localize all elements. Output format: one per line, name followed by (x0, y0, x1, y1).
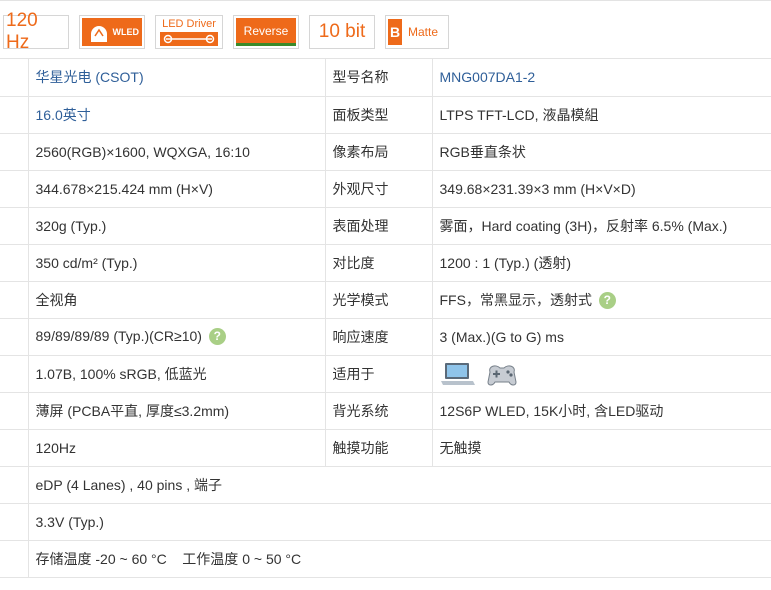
spec-value: 无触摸 (432, 429, 771, 467)
spec-value: LTPS TFT-LCD, 液晶模組 (432, 96, 771, 134)
table-row: 存储温度 -20 ~ 60 °C 工作温度 0 ~ 50 °C (0, 540, 771, 578)
spec-value: 89/89/89/89 (Typ.)(CR≥10) (35, 327, 202, 344)
gamepad-icon[interactable] (485, 360, 519, 388)
spec-label: 适用于 (325, 355, 433, 393)
spec-label: 对比度 (325, 244, 433, 282)
spec-value: 344.678×215.424 mm (H×V) (28, 170, 326, 208)
table-row: 2560(RGB)×1600, WQXGA, 16:10 像素布局 RGB垂直条… (0, 133, 771, 171)
table-row: 全视角 光学模式 FFS，常黑显示，透射式 ? (0, 281, 771, 319)
spec-label: 触摸功能 (325, 429, 433, 467)
spec-value: 2560(RGB)×1600, WQXGA, 16:10 (28, 133, 326, 171)
table-row: 350 cd/m² (Typ.) 对比度 1200 : 1 (Typ.) (透射… (0, 244, 771, 282)
bit-depth-label: 10 bit (318, 21, 366, 42)
matte-icon: B (388, 19, 402, 45)
spec-value: 1.07B, 100% sRGB, 低蓝光 (28, 355, 326, 393)
refresh-rate-label: 120 Hz (6, 10, 38, 53)
spec-value: RGB垂直条状 (432, 133, 771, 171)
table-row: 3.3V (Typ.) (0, 503, 771, 541)
table-row: 薄屏 (PCBA平直, 厚度≤3.2mm) 背光系统 12S6P WLED, 1… (0, 392, 771, 430)
spec-label: 光学模式 (325, 281, 433, 319)
spec-value: 350 cd/m² (Typ.) (28, 244, 326, 282)
manufacturer-link[interactable]: 华星光电 (CSOT) (36, 69, 144, 85)
spec-label: 型号名称 (325, 59, 433, 97)
help-icon[interactable]: ? (208, 328, 226, 346)
model-link[interactable]: MNG007DA1-2 (440, 69, 536, 85)
spec-value: 3.3V (Typ.) (28, 503, 771, 541)
table-row: 16.0英寸 面板类型 LTPS TFT-LCD, 液晶模組 (0, 96, 771, 134)
spec-value: 存储温度 -20 ~ 60 °C 工作温度 0 ~ 50 °C (28, 540, 771, 578)
spec-table: 华星光电 (CSOT) 型号名称 MNG007DA1-2 16.0英寸 面板类型… (0, 59, 771, 578)
size-link[interactable]: 16.0英寸 (36, 107, 91, 123)
bit-depth-badge[interactable]: 10 bit (309, 15, 375, 49)
spec-value: 12S6P WLED, 15K小时, 含LED驱动 (432, 392, 771, 430)
bulb-icon (91, 26, 107, 42)
spec-value: 3 (Max.)(G to G) ms (432, 318, 771, 356)
table-row: 120Hz 触摸功能 无触摸 (0, 429, 771, 467)
led-driver-badge[interactable]: LED Driver (155, 15, 223, 49)
spec-label: 表面处理 (325, 207, 433, 245)
spec-label: 背光系统 (325, 392, 433, 430)
table-row: 344.678×215.424 mm (H×V) 外观尺寸 349.68×231… (0, 170, 771, 208)
spec-value: 全视角 (28, 281, 326, 319)
help-icon[interactable]: ? (598, 292, 616, 310)
led-driver-icon (160, 32, 218, 46)
spec-value: 1200 : 1 (Typ.) (透射) (432, 244, 771, 282)
reverse-label: Reverse (243, 23, 289, 38)
spec-label: 响应速度 (325, 318, 433, 356)
table-row: 320g (Typ.) 表面处理 雾面，Hard coating (3H)，反射… (0, 207, 771, 245)
wled-label: WLED (112, 27, 140, 37)
spec-label: 外观尺寸 (325, 170, 433, 208)
spec-value: 雾面，Hard coating (3H)，反射率 6.5% (Max.) (432, 207, 771, 245)
wled-badge[interactable]: WLED (79, 15, 145, 49)
spec-value: eDP (4 Lanes) , 40 pins , 端子 (28, 466, 771, 504)
led-driver-label: LED Driver (162, 18, 216, 30)
spec-value: 120Hz (28, 429, 326, 467)
reverse-badge[interactable]: Reverse (233, 15, 299, 49)
table-row: 89/89/89/89 (Typ.)(CR≥10) ? 响应速度 3 (Max.… (0, 318, 771, 356)
spec-value: FFS，常黑显示，透射式 (439, 291, 592, 308)
table-row: 华星光电 (CSOT) 型号名称 MNG007DA1-2 (0, 59, 771, 97)
refresh-rate-badge[interactable]: 120 Hz (3, 10, 69, 53)
table-row: eDP (4 Lanes) , 40 pins , 端子 (0, 466, 771, 504)
spec-label: 面板类型 (325, 96, 433, 134)
table-row: 1.07B, 100% sRGB, 低蓝光 适用于 (0, 355, 771, 393)
spec-value: 320g (Typ.) (28, 207, 326, 245)
laptop-icon[interactable] (440, 361, 476, 387)
spec-value: 薄屏 (PCBA平直, 厚度≤3.2mm) (28, 392, 326, 430)
feature-badge-bar: 120 Hz WLED LED Driver Reverse 10 bit B … (0, 0, 771, 59)
spec-label: 像素布局 (325, 133, 433, 171)
matte-badge[interactable]: B Matte (385, 15, 449, 49)
matte-label: Matte (408, 25, 439, 39)
spec-value: 349.68×231.39×3 mm (H×V×D) (432, 170, 771, 208)
